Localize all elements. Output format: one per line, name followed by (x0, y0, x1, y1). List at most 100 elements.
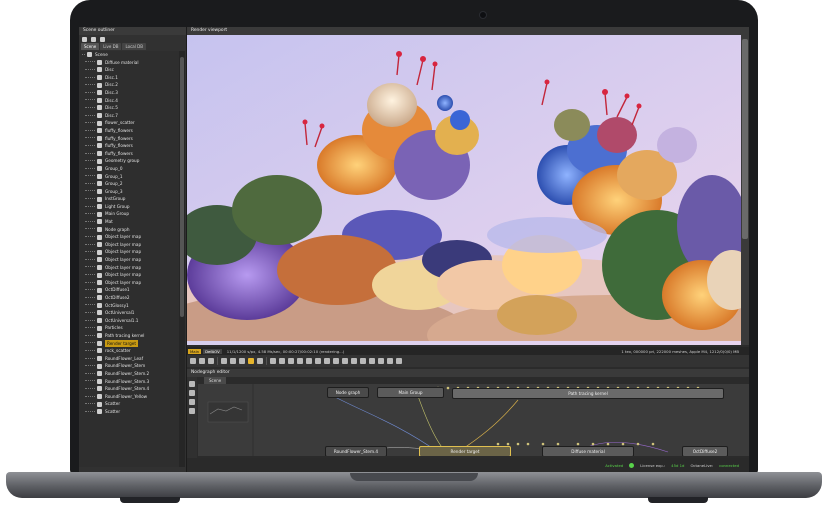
outliner-item-label: OctUniversal1 (105, 310, 135, 316)
add-node-icon[interactable] (189, 381, 195, 387)
outliner-item[interactable]: RoundFlower_Stem.3 (79, 378, 179, 386)
outliner-item[interactable]: Node graph (79, 226, 179, 234)
node-main-group[interactable]: Main Group (378, 388, 443, 397)
node-icon (97, 90, 102, 96)
zoom-icon[interactable] (351, 358, 357, 364)
move-icon[interactable] (360, 358, 366, 364)
camera-target-icon[interactable] (342, 358, 348, 364)
outliner-item[interactable]: RoundFlower_Stem.4 (79, 385, 179, 393)
snapshot-icon[interactable] (189, 408, 195, 414)
outliner-item[interactable]: Scene (79, 51, 179, 59)
outliner-item[interactable]: Disc.5 (79, 104, 179, 112)
picker-icon[interactable] (297, 358, 303, 364)
outliner-item[interactable]: OctDiffuse2 (79, 294, 179, 302)
scale-icon[interactable] (378, 358, 384, 364)
outliner-item[interactable]: OctGlossy1 (79, 302, 179, 310)
gizmo-icon[interactable] (396, 358, 402, 364)
outliner-item[interactable]: Disc.3 (79, 89, 179, 97)
node-node-graph[interactable]: Node graph (328, 388, 368, 397)
node-roundflower-stem[interactable]: RoundFlower_Stem.4 (326, 447, 386, 456)
filter-icon[interactable] (100, 36, 105, 42)
stop-icon[interactable] (221, 358, 227, 364)
outliner-item[interactable]: Group_3 (79, 188, 179, 196)
outliner-item[interactable]: Disc (79, 66, 179, 74)
outliner-item[interactable]: Object layer map (79, 264, 179, 272)
step-icon[interactable] (257, 358, 263, 364)
outliner-item[interactable]: Particles (79, 324, 179, 332)
outliner-item[interactable]: Object layer map (79, 241, 179, 249)
outliner-item[interactable]: Group_2 (79, 180, 179, 188)
outliner-item[interactable]: fluffy_flowers (79, 135, 179, 143)
outliner-item[interactable]: Diffuse material (79, 59, 179, 67)
outliner-item[interactable]: Scatter (79, 400, 179, 408)
outliner-item[interactable]: Geometry group (79, 157, 179, 165)
outliner-item[interactable]: fluffy_flowers (79, 127, 179, 135)
status-tag-aov[interactable]: DefAOV (203, 348, 222, 354)
restart-icon[interactable] (230, 358, 236, 364)
focus-icon[interactable] (306, 358, 312, 364)
outliner-item[interactable]: Group_0 (79, 165, 179, 173)
outliner-item[interactable]: Object layer map (79, 271, 179, 279)
outliner-item[interactable]: Group_1 (79, 173, 179, 181)
expand-icon[interactable] (82, 36, 87, 42)
outliner-item[interactable]: RoundFlower_Stem.2 (79, 370, 179, 378)
layout-icon[interactable] (189, 399, 195, 405)
camera-icon[interactable] (190, 358, 196, 364)
node-render-target[interactable]: Render target (420, 447, 510, 456)
outliner-item[interactable]: RoundFlower_Leaf (79, 355, 179, 363)
outliner-item[interactable]: Object layer map (79, 256, 179, 264)
outliner-item[interactable]: flower_scatter (79, 119, 179, 127)
outliner-item[interactable]: Object layer map (79, 279, 179, 287)
outliner-item[interactable]: RoundFlower_Yellow (79, 393, 179, 401)
outliner-item[interactable]: InstGroup (79, 195, 179, 203)
play-icon[interactable] (248, 358, 254, 364)
outliner-item[interactable]: Scatter (79, 408, 179, 416)
outliner-item[interactable]: Disc.1 (79, 74, 179, 82)
outliner-item[interactable]: Mat (79, 218, 179, 226)
node-octdiffuse2[interactable]: OctDiffuse2 (683, 447, 727, 456)
film-icon[interactable] (279, 358, 285, 364)
outliner-scrollbar[interactable] (179, 51, 185, 467)
lock-icon[interactable] (288, 358, 294, 364)
node-icon (97, 226, 102, 232)
outliner-item[interactable]: OctDiffuse1 (79, 286, 179, 294)
region-icon[interactable] (270, 358, 276, 364)
object-picker-icon[interactable] (333, 358, 339, 364)
rotate-icon[interactable] (369, 358, 375, 364)
outliner-item[interactable]: Object layer map (79, 233, 179, 241)
viewport-scroll-thumb[interactable] (742, 39, 748, 239)
outliner-item[interactable]: OctUniversal1 (79, 309, 179, 317)
tab-scene-graph[interactable]: Scene (204, 377, 227, 384)
grid-icon[interactable] (387, 358, 393, 364)
outliner-item[interactable]: fluffy_flowers (79, 142, 179, 150)
node-diffuse-material[interactable]: Diffuse material (543, 447, 633, 456)
outliner-item[interactable]: RoundFlower_Stem (79, 362, 179, 370)
white-balance-icon[interactable] (315, 358, 321, 364)
pause-icon[interactable] (239, 358, 245, 364)
outliner-item[interactable]: Disc.4 (79, 97, 179, 105)
node-path-tracing-kernel[interactable]: Path tracing kernel (453, 389, 723, 398)
outliner-item[interactable]: Disc.7 (79, 112, 179, 120)
outliner-scroll-thumb[interactable] (180, 57, 184, 317)
outliner-item[interactable]: Object layer map (79, 248, 179, 256)
refresh-icon[interactable] (91, 36, 96, 42)
outliner-item[interactable]: Light Group (79, 203, 179, 211)
outliner-item[interactable]: Render target (79, 339, 179, 348)
outliner-item[interactable]: Main Group (79, 210, 179, 218)
frame-icon[interactable] (189, 390, 195, 396)
tab-scene[interactable]: Scene (81, 43, 100, 50)
viewport-scrollbar[interactable] (741, 35, 749, 345)
outliner-item[interactable]: Path tracing kernel (79, 332, 179, 340)
outliner-item[interactable]: Disc.2 (79, 81, 179, 89)
tab-local-db[interactable]: Local DB (122, 43, 146, 50)
render-viewport[interactable] (187, 35, 749, 345)
tab-live-db[interactable]: Live DB (100, 43, 122, 50)
recenter-icon[interactable] (199, 358, 205, 364)
material-picker-icon[interactable] (324, 358, 330, 364)
sync-icon[interactable] (208, 358, 214, 364)
nodegraph-canvas[interactable]: Node graph Main Group Path tracing kerne… (198, 384, 749, 456)
outliner-item[interactable]: OctUniversal1.1 (79, 317, 179, 325)
outliner-item[interactable]: fluffy_flowers (79, 150, 179, 158)
status-tag-main[interactable]: Main (188, 348, 202, 354)
outliner-item[interactable]: rock_scatter (79, 347, 179, 355)
